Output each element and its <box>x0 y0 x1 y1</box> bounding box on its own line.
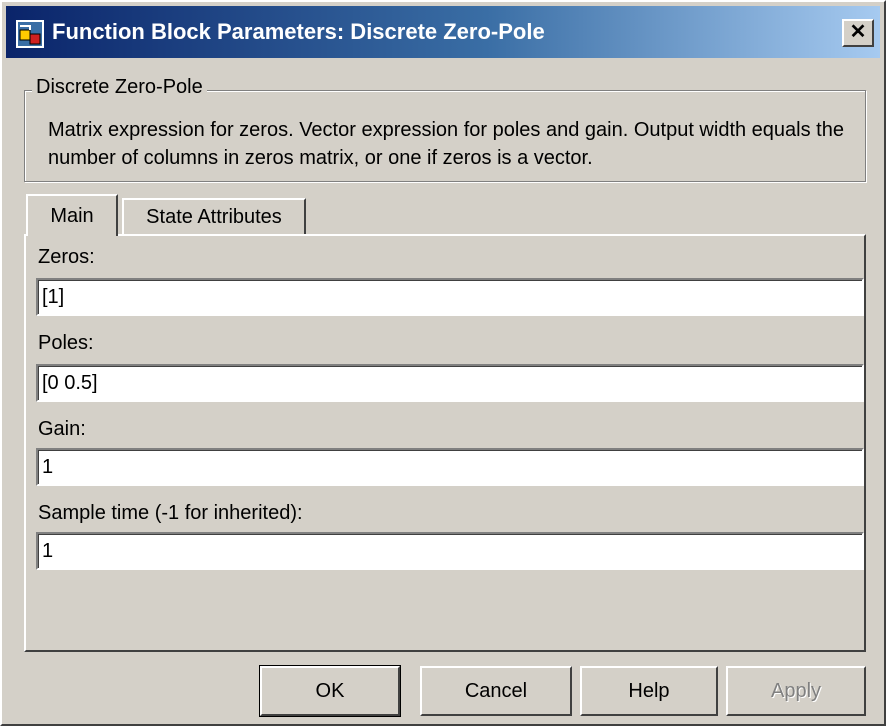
block-description: Matrix expression for zeros. Vector expr… <box>48 119 844 169</box>
close-icon[interactable]: ✕ <box>842 19 874 47</box>
sample-time-label: Sample time (-1 for inherited): <box>38 502 303 524</box>
title-bar[interactable]: Function Block Parameters: Discrete Zero… <box>6 6 880 58</box>
dialog-window: Function Block Parameters: Discrete Zero… <box>0 0 886 726</box>
simulink-block-icon <box>16 20 44 48</box>
ok-button[interactable]: OK <box>259 665 401 717</box>
sample-time-input[interactable]: 1 <box>36 532 864 570</box>
gain-label: Gain: <box>38 418 86 440</box>
cancel-button[interactable]: Cancel <box>420 666 572 716</box>
poles-label: Poles: <box>38 332 94 354</box>
tab-main[interactable]: Main <box>26 194 118 236</box>
window-title: Function Block Parameters: Discrete Zero… <box>52 19 545 44</box>
apply-button[interactable]: Apply <box>726 666 866 716</box>
tab-state-attributes[interactable]: State Attributes <box>122 198 306 234</box>
zeros-input[interactable]: [1] <box>36 278 864 316</box>
gain-input[interactable]: 1 <box>36 448 864 486</box>
poles-input[interactable]: [0 0.5] <box>36 364 864 402</box>
groupbox-legend: Discrete Zero-Pole <box>32 76 207 99</box>
help-button[interactable]: Help <box>580 666 718 716</box>
zeros-label: Zeros: <box>38 246 95 268</box>
